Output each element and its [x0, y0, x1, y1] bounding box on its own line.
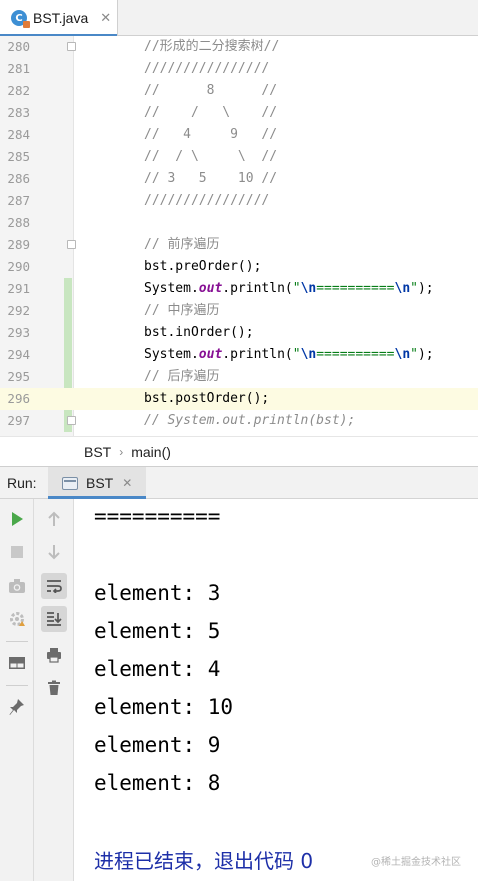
run-tab-label: BST — [86, 475, 114, 491]
camera-icon[interactable] — [4, 573, 30, 599]
console-line: element: 9 — [94, 733, 221, 757]
code-text: bst.preOrder(); — [144, 259, 262, 274]
console-line: element: 8 — [94, 771, 221, 795]
code-line[interactable]: 284 // 4 9 // — [0, 124, 478, 146]
breadcrumb-class[interactable]: BST — [84, 444, 111, 460]
breadcrumb-method[interactable]: main() — [131, 444, 171, 460]
line-number: 287 — [7, 193, 30, 208]
code-text: //////////////// — [144, 193, 270, 208]
watermark: @稀土掘金技术社区 — [371, 857, 461, 868]
code-text: bst.postOrder(); — [144, 391, 270, 406]
pin-icon[interactable] — [4, 694, 30, 720]
toolbar-divider — [6, 641, 28, 642]
fold-marker-icon[interactable] — [67, 42, 76, 51]
code-line[interactable]: 293 bst.inOrder(); — [0, 322, 478, 344]
code-line[interactable]: 292 // 中序遍历 — [0, 300, 478, 322]
console-line: element: 3 — [94, 581, 221, 605]
print-icon[interactable] — [41, 642, 67, 668]
code-line[interactable]: 291 System.out.println("\n==========\n"); — [0, 278, 478, 300]
fold-marker-icon[interactable] — [67, 240, 76, 249]
rerun-icon[interactable] — [4, 506, 30, 532]
console-line: element: 5 — [94, 619, 221, 643]
code-text: // 3 5 10 // — [144, 171, 278, 186]
arrow-down-icon[interactable] — [41, 539, 67, 565]
run-toolbar-secondary — [34, 499, 74, 881]
console-line: element: 4 — [94, 657, 221, 681]
code-line[interactable]: 297 // System.out.println(bst); — [0, 410, 478, 432]
run-toolbar-primary — [0, 499, 34, 881]
console-separator: ========== — [94, 504, 221, 528]
run-tool-window-header: Run: BST ✕ — [0, 466, 478, 499]
line-number: 294 — [7, 347, 30, 362]
code-text: // 4 9 // — [144, 127, 278, 142]
code-text: // / \ \ // — [144, 149, 278, 164]
line-number: 293 — [7, 325, 30, 340]
line-number: 288 — [7, 215, 30, 230]
java-class-icon: C — [11, 10, 30, 28]
code-line[interactable]: 287 //////////////// — [0, 190, 478, 212]
arrow-up-icon[interactable] — [41, 506, 67, 532]
line-number: 281 — [7, 61, 30, 76]
settings-icon[interactable] — [4, 606, 30, 632]
code-line[interactable]: 281 //////////////// — [0, 58, 478, 80]
process-exit-message: 进程已结束，退出代码 0 — [94, 849, 314, 873]
line-number: 295 — [7, 369, 30, 384]
code-text: // 后序遍历 — [144, 369, 220, 384]
line-number: 283 — [7, 105, 30, 120]
code-text: // System.out.println(bst); — [144, 413, 356, 428]
code-line[interactable]: 294 System.out.println("\n==========\n"); — [0, 344, 478, 366]
breadcrumb: BST › main() — [0, 436, 478, 466]
code-line[interactable]: 290 bst.preOrder(); — [0, 256, 478, 278]
layout-icon[interactable] — [4, 650, 30, 676]
code-line[interactable]: 286 // 3 5 10 // — [0, 168, 478, 190]
code-text: // 8 // — [144, 83, 278, 98]
trash-icon[interactable] — [41, 675, 67, 701]
run-label: Run: — [7, 475, 37, 491]
breadcrumb-separator: › — [119, 444, 124, 459]
line-number: 289 — [7, 237, 30, 252]
code-editor[interactable]: 280 //形成的二分搜索树// 281 //////////////// 282 // … — [0, 36, 478, 436]
stop-icon[interactable] — [4, 539, 30, 565]
code-line[interactable]: 296 bst.postOrder(); — [0, 388, 478, 410]
code-text: System.out.println("\n==========\n"); — [144, 347, 434, 362]
fold-marker-icon[interactable] — [67, 416, 76, 425]
line-number: 292 — [7, 303, 30, 318]
code-text: // 前序遍历 — [144, 237, 220, 252]
line-number: 282 — [7, 83, 30, 98]
tab-bst-java[interactable]: C BST.java ✕ — [0, 0, 118, 37]
code-text: // 中序遍历 — [144, 303, 220, 318]
code-line[interactable]: 288 — [0, 212, 478, 234]
console-output[interactable]: ========== element: 3 element: 5 element… — [75, 499, 478, 881]
line-number: 284 — [7, 127, 30, 142]
line-number: 291 — [7, 281, 30, 296]
code-text: System.out.println("\n==========\n"); — [144, 281, 434, 296]
line-number: 290 — [7, 259, 30, 274]
code-text: // / \ // — [144, 105, 278, 120]
toolbar-divider — [6, 685, 28, 686]
code-line[interactable]: 289 // 前序遍历 — [0, 234, 478, 256]
code-line[interactable]: 283 // / \ // — [0, 102, 478, 124]
soft-wrap-icon[interactable] — [41, 573, 67, 599]
console-icon — [62, 476, 78, 490]
line-number: 286 — [7, 171, 30, 186]
close-icon[interactable]: ✕ — [100, 11, 111, 26]
code-text: //形成的二分搜索树// — [144, 39, 280, 54]
code-line[interactable]: 282 // 8 // — [0, 80, 478, 102]
line-number: 285 — [7, 149, 30, 164]
code-line[interactable]: 295 // 后序遍历 — [0, 366, 478, 388]
line-number: 297 — [7, 413, 30, 428]
tab-label: BST.java — [33, 10, 89, 26]
code-line[interactable]: 285 // / \ \ // — [0, 146, 478, 168]
code-line[interactable]: 280 //形成的二分搜索树// — [0, 36, 478, 58]
code-text: bst.inOrder(); — [144, 325, 254, 340]
line-number: 280 — [7, 39, 30, 54]
close-icon[interactable]: ✕ — [122, 476, 132, 490]
console-line: element: 10 — [94, 695, 234, 719]
line-number: 296 — [7, 391, 30, 406]
editor-tab-bar: C BST.java ✕ — [0, 0, 478, 37]
code-text: //////////////// — [144, 61, 270, 76]
scroll-to-end-icon[interactable] — [41, 606, 67, 632]
run-tab-bst[interactable]: BST ✕ — [48, 467, 146, 499]
